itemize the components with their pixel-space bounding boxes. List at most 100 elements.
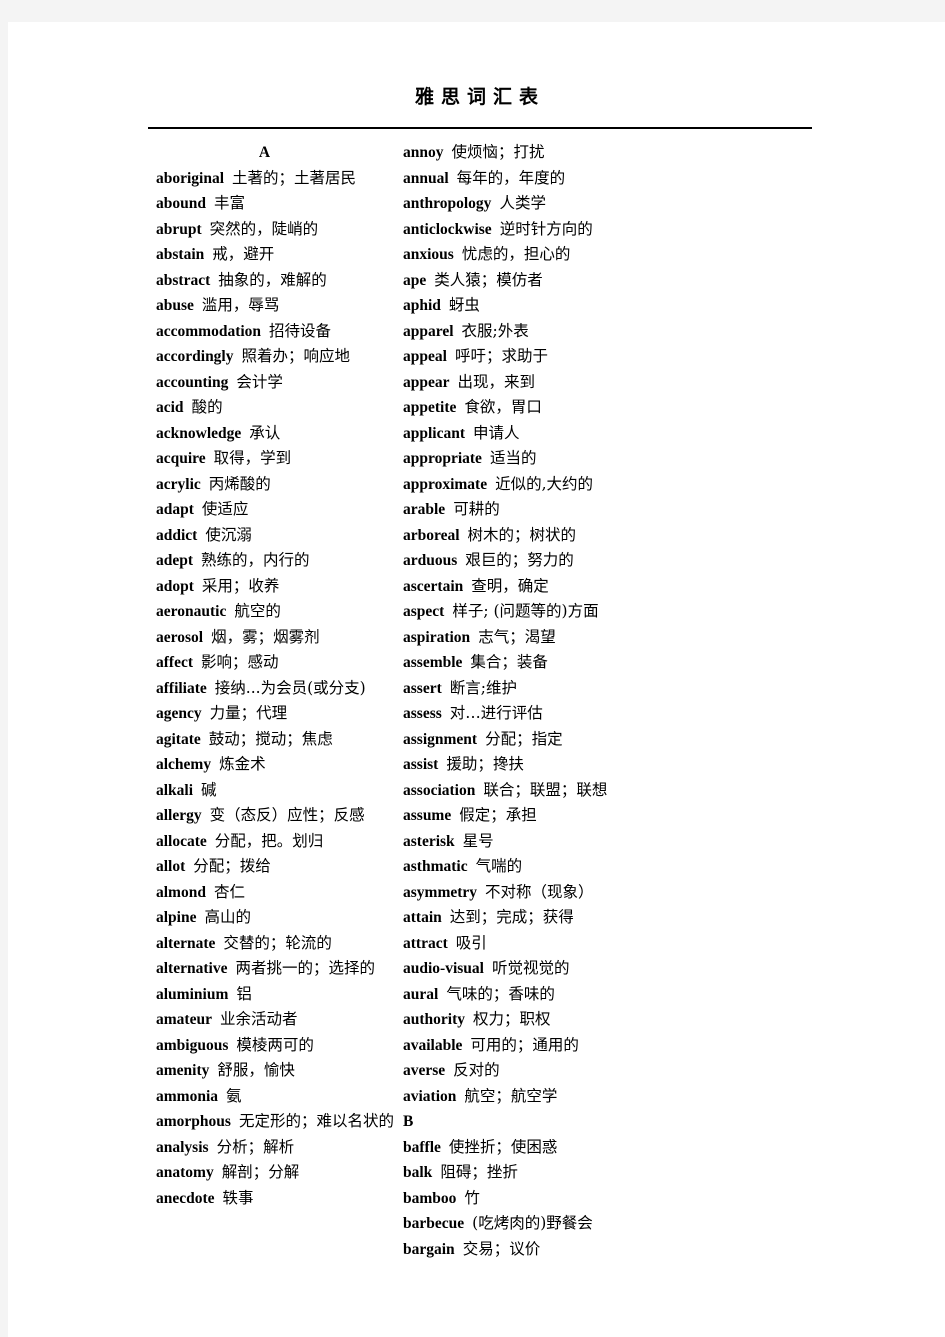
entry-word: aboriginal xyxy=(156,169,225,187)
entry-word: baffle xyxy=(403,1138,441,1156)
vocabulary-entry: aspect 样子; (问题等的)方面 xyxy=(403,599,803,625)
entry-gloss: 炼金术 xyxy=(219,755,266,773)
entry-word: anatomy xyxy=(156,1164,214,1181)
entry-word: abrupt xyxy=(156,220,202,238)
entry-gloss: 适当的 xyxy=(489,449,537,467)
entry-gloss: 近似的,大约的 xyxy=(495,474,594,493)
entry-gloss: 听觉视觉的 xyxy=(491,959,570,977)
entry-gloss: 志气；渴望 xyxy=(478,627,556,646)
entry-gloss: 模棱两可的 xyxy=(236,1035,314,1054)
entry-gloss: 变（态反）应性；反感 xyxy=(209,806,365,824)
entry-word: aural xyxy=(403,985,439,1003)
vocabulary-entry: abstain 戒，避开 xyxy=(156,242,403,268)
vocabulary-entry: annoy 使烦恼；打扰 xyxy=(403,140,803,166)
entry-gloss: 无定形的；难以名状的 xyxy=(238,1112,394,1130)
vocabulary-entry: barbecue (吃烤肉的)野餐会 xyxy=(403,1211,803,1237)
entry-word: asterisk xyxy=(403,832,455,850)
entry-gloss: 断言;维护 xyxy=(449,678,517,697)
entry-gloss: 不对称（现象） xyxy=(485,882,594,901)
entry-gloss: 影响；感动 xyxy=(201,653,279,671)
vocabulary-entry: abuse 滥用，辱骂 xyxy=(156,293,403,319)
entry-word: appetite xyxy=(403,399,457,416)
vocabulary-entry: ammonia 氨 xyxy=(156,1084,403,1110)
entry-word: anxious xyxy=(403,246,454,263)
entry-word: arboreal xyxy=(403,526,460,544)
entry-gloss: 竹 xyxy=(464,1188,480,1207)
entry-word: assignment xyxy=(403,730,478,748)
letter-heading-b: B xyxy=(403,1113,414,1130)
vocabulary-entry: asthmatic 气喘的 xyxy=(403,854,803,880)
entry-gloss: 航空的 xyxy=(234,602,281,620)
entry-word: averse xyxy=(403,1062,446,1079)
entry-word: adopt xyxy=(156,577,194,595)
entry-gloss: 忧虑的，担心的 xyxy=(461,245,571,263)
entry-gloss: 滥用，辱骂 xyxy=(201,296,280,314)
entry-gloss: 熟练的，内行的 xyxy=(201,551,310,569)
vocabulary-entry: attain 达到；完成；获得 xyxy=(403,905,803,931)
entry-gloss: 逆时针方向的 xyxy=(499,219,593,238)
entry-word: alchemy xyxy=(156,756,212,773)
entry-word: aluminium xyxy=(156,985,229,1003)
entry-list-left: aboriginal 土著的；土著居民 abound 丰富 abrupt 突然的，陡峭的 a… xyxy=(156,166,403,1212)
entry-gloss: 业余活动者 xyxy=(219,1010,298,1028)
entry-word: aphid xyxy=(403,297,441,314)
entry-gloss: 丰富 xyxy=(213,194,245,212)
entry-word: amorphous xyxy=(156,1113,231,1130)
vocabulary-entry: ape 类人猿；模仿者 xyxy=(403,268,803,294)
entry-word: applicant xyxy=(403,424,466,442)
entry-gloss: 蚜虫 xyxy=(448,296,480,314)
entry-word: assemble xyxy=(403,654,463,671)
entry-word: acid xyxy=(156,399,184,416)
entry-gloss: 样子; (问题等的)方面 xyxy=(452,602,599,620)
vocabulary-entry: alchemy 炼金术 xyxy=(156,752,403,778)
entry-gloss: 承认 xyxy=(249,423,281,442)
vocabulary-entry: amateur 业余活动者 xyxy=(156,1007,403,1033)
entry-word: allergy xyxy=(156,807,202,824)
entry-word: asthmatic xyxy=(403,858,468,875)
entry-gloss: 联合；联盟；联想 xyxy=(483,780,608,799)
vocabulary-entry: acid 酸的 xyxy=(156,395,403,421)
entry-gloss: 舒服，愉快 xyxy=(217,1061,295,1079)
entry-gloss: 招待设备 xyxy=(269,321,332,340)
vocabulary-entry: arable 可耕的 xyxy=(403,497,803,523)
vocabulary-entry: abstract 抽象的，难解的 xyxy=(156,268,403,294)
entry-gloss: 照着办；响应地 xyxy=(241,347,351,365)
vocabulary-entry: appetite 食欲，胃口 xyxy=(403,395,803,421)
entry-word: assist xyxy=(403,756,439,773)
vocabulary-entry: anxious 忧虑的，担心的 xyxy=(403,242,803,268)
entry-gloss: 接纳...为会员(或分支) xyxy=(214,678,366,697)
vocabulary-entry: baffle 使挫折；使困惑 xyxy=(403,1135,803,1161)
entry-gloss: 交易；议价 xyxy=(462,1239,541,1258)
vocabulary-entry: appeal 呼吁；求助于 xyxy=(403,344,803,370)
entry-gloss: 达到；完成；获得 xyxy=(449,908,574,926)
entry-gloss: 航空；航空学 xyxy=(464,1086,558,1105)
entry-gloss: 假定；承担 xyxy=(459,806,537,824)
entry-gloss: 突然的，陡峭的 xyxy=(209,219,319,238)
vocabulary-entry: analysis 分析；解析 xyxy=(156,1135,403,1161)
vocabulary-entry: affect 影响；感动 xyxy=(156,650,403,676)
entry-gloss: (吃烤肉的)野餐会 xyxy=(472,1214,593,1232)
entry-word: accounting xyxy=(156,373,229,391)
vocabulary-entry: anecdote 轶事 xyxy=(156,1186,403,1212)
vocabulary-entry: agency 力量；代理 xyxy=(156,701,403,727)
vocabulary-entry: available 可用的；通用的 xyxy=(403,1033,803,1059)
entry-gloss: 氨 xyxy=(226,1086,242,1105)
vocabulary-entry: arboreal 树木的；树状的 xyxy=(403,523,803,549)
vocabulary-entry: aphid 蚜虫 xyxy=(403,293,803,319)
entry-word: aeronautic xyxy=(156,603,227,620)
entry-gloss: 气味的；香味的 xyxy=(446,984,555,1003)
vocabulary-entry: alternate 交替的；轮流的 xyxy=(156,931,403,957)
entry-gloss: 鼓动；搅动；焦虑 xyxy=(208,729,333,748)
entry-gloss: 会计学 xyxy=(236,372,283,391)
entry-gloss: 高山的 xyxy=(204,908,251,926)
entry-word: abound xyxy=(156,195,206,212)
entry-word: accommodation xyxy=(156,322,262,340)
vocabulary-column-left: A aboriginal 土著的；土著居民 abound 丰富 abrupt 突然的，陡峭… xyxy=(8,140,403,1211)
vocabulary-entry: allot 分配；拨给 xyxy=(156,854,403,880)
entry-word: affect xyxy=(156,654,193,671)
entry-word: apparel xyxy=(403,322,454,340)
vocabulary-entry: adopt 采用；收养 xyxy=(156,574,403,600)
vocabulary-entry: accordingly 照着办；响应地 xyxy=(156,344,403,370)
entry-gloss: 烟，雾；烟雾剂 xyxy=(211,627,320,646)
entry-gloss: 杏仁 xyxy=(213,882,245,901)
